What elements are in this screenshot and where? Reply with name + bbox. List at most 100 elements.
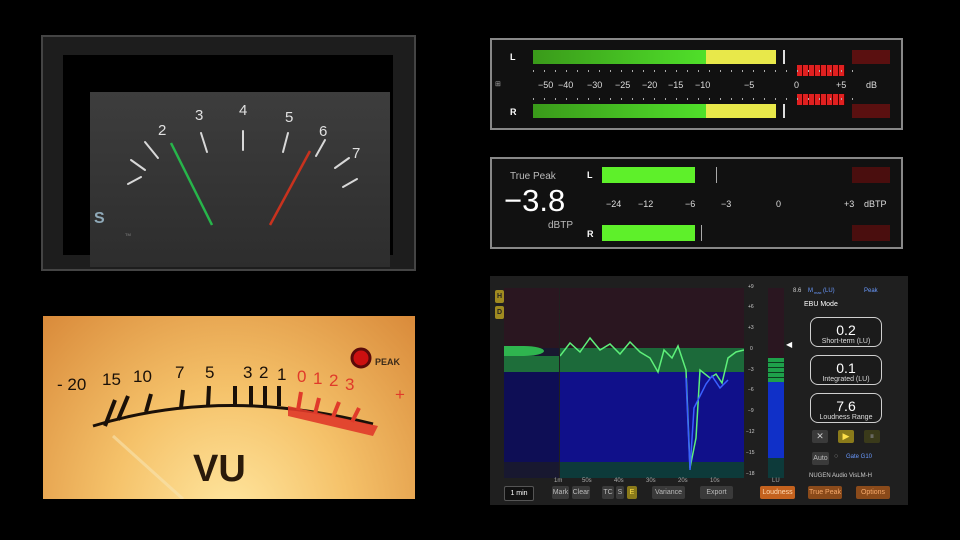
mark-button[interactable]: Mark <box>552 486 569 499</box>
timecode-button[interactable]: TC <box>602 486 614 499</box>
vu-label: 2 <box>329 371 338 390</box>
plus-sign: + <box>395 385 405 404</box>
db-scale-label: −10 <box>695 80 711 90</box>
tp-scale-label: −24 <box>606 199 622 209</box>
tick <box>179 389 185 409</box>
lu-scale-label: −18 <box>746 471 755 477</box>
export-button[interactable]: Export <box>700 486 733 499</box>
integrated-label: Integrated (LU) <box>822 376 870 383</box>
true-peak-value: −3.8 <box>504 183 566 218</box>
scale-label: 3 <box>195 107 203 124</box>
loudness-tab[interactable]: Loudness <box>760 486 795 499</box>
right-peak-marker <box>783 104 785 118</box>
db-scale-label: −40 <box>558 80 574 90</box>
expand-icon[interactable]: ⊞ <box>495 80 501 88</box>
right-peak-bar <box>602 225 695 241</box>
time-window-select[interactable]: 1 min <box>504 486 534 501</box>
gate-indicator-icon[interactable]: ○ <box>834 453 838 460</box>
options-tab[interactable]: Options <box>856 486 890 499</box>
scale-label: 2 <box>158 122 166 139</box>
reset-button[interactable]: ✕ <box>812 430 828 443</box>
true-peak-tab[interactable]: True Peak <box>808 486 842 499</box>
trademark: TM <box>125 232 131 237</box>
tp-scale-label: −6 <box>685 199 696 209</box>
left-peak-bar <box>602 167 695 183</box>
db-unit-label: dB <box>866 80 878 90</box>
integrated-value: 0.1 <box>836 360 856 376</box>
true-peak-title: True Peak <box>510 171 556 182</box>
tick <box>144 141 159 159</box>
max-value: 8.6 <box>793 288 802 294</box>
vu-label: 10 <box>133 367 152 386</box>
loudness-range-label: Loudness Range <box>819 414 873 421</box>
tick <box>342 178 358 188</box>
green-needle <box>169 142 214 226</box>
scale-label: 7 <box>352 145 360 162</box>
red-tick <box>296 391 303 411</box>
left-over-indicator <box>852 167 890 183</box>
vu-label: 0 <box>297 367 306 386</box>
e-button[interactable]: E <box>627 486 637 499</box>
left-hold-marker <box>716 167 717 183</box>
variance-button[interactable]: Variance <box>652 486 685 499</box>
max-label: M <box>808 288 813 294</box>
vu-label: - 20 <box>57 375 86 394</box>
right-level-yellow <box>706 104 776 118</box>
tp-scale-label: −12 <box>638 199 654 209</box>
tick <box>144 393 153 413</box>
right-channel-label: R <box>587 229 594 239</box>
history-toggle[interactable]: H <box>495 290 504 303</box>
needle <box>111 434 185 499</box>
lu-bar-floor <box>768 458 784 478</box>
short-term-line <box>560 336 744 469</box>
short-term-label: Short-term (LU) <box>821 338 871 345</box>
lu-scale-label: −3 <box>748 367 754 373</box>
tp-unit-label: dBTP <box>864 199 887 209</box>
target-pointer-icon: ◀ <box>786 340 793 349</box>
distribution-toggle[interactable]: D <box>495 306 504 319</box>
lu-scale-label: −9 <box>748 408 754 414</box>
db-scale-label: −5 <box>744 80 755 90</box>
right-hold-marker <box>701 225 702 241</box>
histogram-top-zone <box>504 288 559 348</box>
vu-meter-scale: - 20 15 10 7 5 3 2 1 0 1 2 3 + PEAK VU <box>57 347 405 499</box>
auto-button[interactable]: Auto <box>812 452 829 465</box>
loudness-range-box: 7.6 Loudness Range <box>810 393 882 423</box>
vu-label: 1 <box>277 365 286 384</box>
vu-label: 15 <box>102 370 121 389</box>
peak-label: Peak <box>864 288 878 294</box>
lu-label: LU <box>772 478 780 484</box>
tick <box>127 176 142 185</box>
clear-button[interactable]: Clear <box>572 486 590 499</box>
time-label: 1m <box>554 478 563 484</box>
s-button[interactable]: S <box>616 486 624 499</box>
lu-scale-label: +9 <box>748 284 754 290</box>
lu-scale-label: +6 <box>748 304 754 310</box>
lu-scale: +9 +6 +3 0 −3 −6 −9 −12 −15 −18 <box>746 284 764 484</box>
scale-label: 5 <box>285 109 293 126</box>
red-needle <box>268 150 312 226</box>
pause-button[interactable]: ⏸ <box>864 430 880 443</box>
db-scale-label: +5 <box>836 80 847 90</box>
db-scale-label: −15 <box>668 80 684 90</box>
play-button[interactable]: ▶ <box>838 430 854 443</box>
max-sub-label: max <box>814 290 822 295</box>
lu-scale-label: −6 <box>748 387 754 393</box>
loudness-trace <box>560 336 744 471</box>
analog-meter-scale: 2 3 4 5 6 7 S TM <box>94 102 360 237</box>
scale-label: 4 <box>239 102 247 119</box>
vu-label: 2 <box>259 363 268 382</box>
db-scale-label: 0 <box>794 80 800 90</box>
db-scale-label: −25 <box>615 80 631 90</box>
lu-scale-label: −12 <box>746 429 755 435</box>
lu-scale-label: +3 <box>748 325 754 331</box>
vu-title: VU <box>193 448 246 490</box>
db-scale-label: −50 <box>538 80 554 90</box>
time-label: 40s <box>614 478 624 484</box>
right-clip-indicator <box>852 104 890 118</box>
peak-label: PEAK <box>375 357 401 367</box>
left-channel-label: L <box>587 170 593 180</box>
tick <box>315 139 326 157</box>
tp-scale-label: −3 <box>721 199 732 209</box>
max-unit: (LU) <box>823 288 835 294</box>
